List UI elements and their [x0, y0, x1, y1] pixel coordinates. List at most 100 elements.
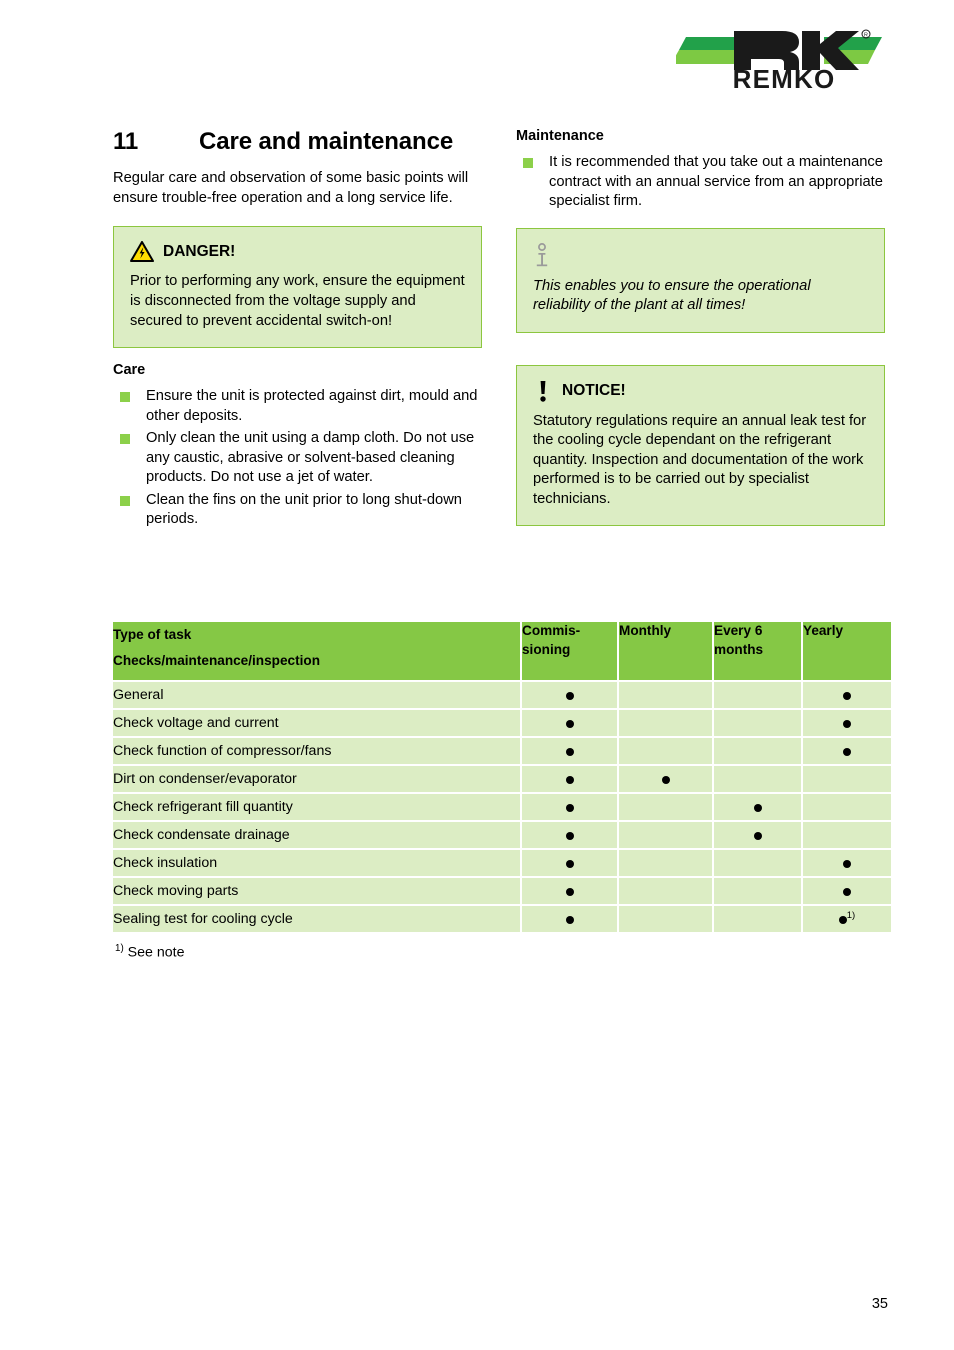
info-callout-body: This enables you to ensure the operation…	[533, 277, 811, 314]
chapter-title: Care and maintenance	[199, 128, 454, 155]
check-dot-icon	[661, 775, 670, 784]
cell-every-6-months	[714, 850, 801, 877]
remko-logo-graphic: R REMKO	[676, 29, 882, 90]
table-row: Dirt on condenser/evaporator	[113, 766, 891, 793]
check-dot-icon	[838, 916, 847, 925]
cell-every-6-months	[714, 766, 801, 793]
cell-every-6-months	[714, 794, 801, 821]
cell-every-6-months	[714, 878, 801, 905]
page-title: 11 Care and maintenance	[113, 128, 482, 156]
cell-monthly	[619, 710, 712, 737]
list-item: Only clean the unit using a damp cloth. …	[113, 429, 482, 488]
check-dot-icon	[565, 803, 574, 812]
table-row: General	[113, 682, 891, 709]
cell-commissioning	[522, 738, 617, 765]
table-row: Check function of compressor/fans	[113, 738, 891, 765]
cell-commissioning	[522, 878, 617, 905]
check-dot-icon	[753, 831, 762, 840]
danger-callout-title: DANGER!	[163, 242, 236, 260]
cell-monthly	[619, 738, 712, 765]
maintenance-heading: Maintenance	[516, 128, 604, 144]
cell-task-name: Check refrigerant fill quantity	[113, 794, 520, 821]
page-number: 35	[871, 1296, 888, 1312]
cell-every-6-months	[714, 906, 801, 933]
table-body: General Check voltage and current Check fu…	[113, 682, 891, 933]
check-dot-icon	[843, 747, 851, 756]
cell-every-6-months	[714, 822, 801, 849]
column-header-monthly: Monthly	[619, 622, 712, 681]
cell-commissioning	[522, 850, 617, 877]
notice-callout: NOTICE! Statutory regulations require an…	[516, 364, 885, 527]
cell-yearly: 1)	[803, 906, 891, 933]
check-dot-icon	[843, 859, 851, 868]
cell-monthly	[619, 850, 712, 877]
list-item: Ensure the unit is protected against dir…	[113, 387, 482, 426]
cell-yearly	[803, 710, 891, 737]
check-dot-icon	[843, 691, 851, 700]
cell-monthly	[619, 682, 712, 709]
cell-commissioning	[522, 794, 617, 821]
cell-yearly	[803, 878, 891, 905]
table-row: Check insulation	[113, 850, 891, 877]
table-row: Check condensate drainage	[113, 822, 891, 849]
right-column: Maintenance It is recommended that you t…	[516, 128, 885, 534]
chapter-number: 11	[113, 128, 139, 155]
list-item-text: Only clean the unit using a damp cloth. …	[146, 430, 475, 486]
cell-yearly	[803, 794, 891, 821]
danger-callout-body: Prior to performing any work, ensure the…	[130, 273, 465, 329]
footnote-text: See note	[127, 945, 185, 962]
cell-commissioning	[522, 682, 617, 709]
check-dot-icon	[565, 831, 574, 840]
cell-monthly	[619, 878, 712, 905]
maintenance-schedule-table-wrapper: Type of task Checks/maintenance/inspecti…	[113, 620, 891, 962]
list-item-text: It is recommended that you take out a ma…	[549, 154, 883, 210]
cell-yearly	[803, 682, 891, 709]
cell-yearly	[803, 822, 891, 849]
square-bullet-icon	[523, 158, 533, 168]
list-item: Clean the fins on the unit prior to long…	[113, 491, 482, 530]
cell-task-name: Check condensate drainage	[113, 822, 520, 849]
column-header-every-6-months: Every 6 months	[714, 622, 801, 681]
svg-text:R: R	[864, 33, 868, 39]
footnote-marker: 1)	[115, 943, 124, 955]
table-header-row: Type of task Checks/maintenance/inspecti…	[113, 622, 891, 681]
check-dot-icon	[565, 915, 574, 924]
column-header-yearly: Yearly	[803, 622, 891, 681]
list-item-text: Ensure the unit is protected against dir…	[146, 388, 478, 424]
cell-yearly	[803, 766, 891, 793]
square-bullet-icon	[120, 392, 130, 403]
cell-task-name: General	[113, 682, 520, 709]
cell-monthly	[619, 766, 712, 793]
notice-callout-title: NOTICE!	[562, 381, 626, 399]
check-dot-icon	[843, 719, 851, 728]
square-bullet-icon	[120, 434, 130, 445]
cell-task-name: Check insulation	[113, 850, 520, 877]
cell-task-name: Sealing test for cooling cycle	[113, 906, 520, 933]
cell-task-name: Check function of compressor/fans	[113, 738, 520, 765]
table-row: Check refrigerant fill quantity	[113, 794, 891, 821]
information-icon	[536, 242, 548, 266]
table-header: Type of task Checks/maintenance/inspecti…	[113, 622, 891, 681]
cell-commissioning	[522, 822, 617, 849]
danger-callout: DANGER! Prior to performing any work, en…	[113, 226, 482, 349]
table-row: Check moving parts	[113, 878, 891, 905]
remko-logo: R REMKO	[676, 28, 892, 90]
column-header-task: Type of task Checks/maintenance/inspecti…	[113, 622, 520, 681]
check-dot-icon	[565, 719, 574, 728]
warning-triangle-electric-icon	[130, 241, 154, 263]
cell-task-name: Check voltage and current	[113, 710, 520, 737]
column-header-task-line1: Type of task	[113, 627, 192, 643]
maintenance-bullet-list: It is recommended that you take out a ma…	[516, 153, 885, 212]
cell-every-6-months	[714, 710, 801, 737]
page-content: 11 Care and maintenance Regular care and…	[113, 128, 891, 962]
cell-commissioning	[522, 906, 617, 933]
two-column-layout: 11 Care and maintenance Regular care and…	[113, 128, 885, 534]
check-dot-icon	[565, 887, 574, 896]
table-row: Sealing test for cooling cycle 1)	[113, 906, 891, 933]
cell-commissioning	[522, 766, 617, 793]
check-dot-icon	[565, 747, 574, 756]
care-heading: Care	[113, 362, 146, 379]
left-column: 11 Care and maintenance Regular care and…	[113, 128, 482, 533]
check-dot-icon	[565, 859, 574, 868]
cell-yearly	[803, 738, 891, 765]
